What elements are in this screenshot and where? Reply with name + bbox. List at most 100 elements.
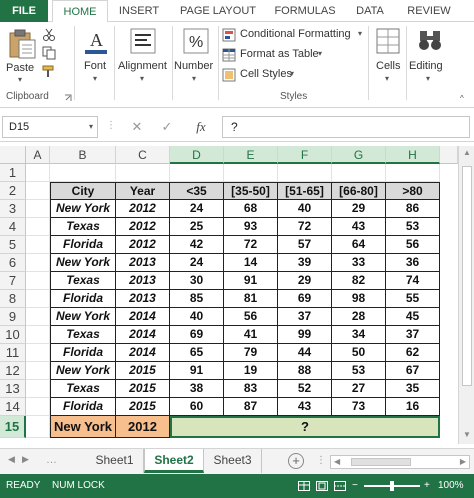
tab-review[interactable]: REVIEW [404,0,454,22]
row-header-2[interactable]: 2 [0,182,26,200]
cancel-button[interactable]: ✕ [126,117,148,137]
table-value-cell[interactable]: 60 [170,398,224,416]
cell-styles-button[interactable]: Cell Styles ▾ [222,66,302,84]
grid-cell[interactable] [26,326,50,344]
tab-page-layout[interactable]: PAGE LAYOUT [176,0,260,22]
table-city-cell[interactable]: Texas [50,272,116,290]
row-header-9[interactable]: 9 [0,308,26,326]
column-header-a[interactable]: A [26,146,50,164]
table-value-cell[interactable]: 81 [224,290,278,308]
conditional-formatting-button[interactable]: Conditional Formatting ▾ [222,26,366,44]
drag-handle-icon[interactable]: ⋮ [106,120,116,131]
table-value-cell[interactable]: 79 [224,344,278,362]
zoom-slider[interactable] [364,481,420,491]
table-value-cell[interactable]: 27 [332,380,386,398]
table-year-cell[interactable]: 2012 [116,236,170,254]
table-value-cell[interactable]: 62 [386,344,440,362]
table-value-cell[interactable]: 73 [332,398,386,416]
table-city-cell[interactable]: Florida [50,236,116,254]
enter-button[interactable]: ✓ [156,117,178,137]
dialog-launcher-icon[interactable] [64,94,72,102]
table-value-cell[interactable]: 42 [170,236,224,254]
grid-cell[interactable] [50,164,116,182]
table-value-cell[interactable]: 56 [386,236,440,254]
tab-file[interactable]: FILE [0,0,48,22]
table-city-cell[interactable]: New York [50,254,116,272]
table-city-cell[interactable]: Texas [50,326,116,344]
table-header-cell[interactable]: [35-50] [224,182,278,200]
grid-cell[interactable] [26,254,50,272]
alignment-button[interactable]: Alignment ▾ [116,26,170,86]
font-button[interactable]: A Font ▾ [80,26,112,86]
table-value-cell[interactable]: 45 [386,308,440,326]
table-value-cell[interactable]: 39 [278,254,332,272]
editing-button[interactable]: Editing ▾ [408,26,452,86]
row-header-14[interactable]: 14 [0,398,26,416]
table-year-cell[interactable]: 2013 [116,290,170,308]
table-value-cell[interactable]: 38 [170,380,224,398]
table-header-cell[interactable]: <35 [170,182,224,200]
grid-cell[interactable] [26,200,50,218]
table-header-cell[interactable]: Year [116,182,170,200]
table-year-cell[interactable]: 2014 [116,308,170,326]
table-value-cell[interactable]: 41 [224,326,278,344]
table-value-cell[interactable]: 69 [170,326,224,344]
grid-cell[interactable] [26,380,50,398]
grid-cell[interactable] [26,362,50,380]
table-value-cell[interactable]: 19 [224,362,278,380]
row-header-4[interactable]: 4 [0,218,26,236]
table-city-cell[interactable]: New York [50,308,116,326]
scroll-up-icon[interactable]: ▲ [463,148,471,157]
select-all-corner[interactable] [0,146,26,164]
table-value-cell[interactable]: 87 [224,398,278,416]
grid-cell[interactable] [332,164,386,182]
table-value-cell[interactable]: 55 [386,290,440,308]
table-city-cell[interactable]: Florida [50,398,116,416]
table-value-cell[interactable]: 91 [224,272,278,290]
page-layout-view-icon[interactable] [316,481,328,491]
table-value-cell[interactable]: 30 [170,272,224,290]
row-header-3[interactable]: 3 [0,200,26,218]
table-city-cell[interactable]: Texas [50,380,116,398]
table-year-cell[interactable]: 2012 [116,200,170,218]
column-header-h[interactable]: H [386,146,440,164]
row-header-6[interactable]: 6 [0,254,26,272]
format-as-table-button[interactable]: Format as Table ▾ [222,46,332,64]
grid-cell[interactable] [26,308,50,326]
table-value-cell[interactable]: 85 [170,290,224,308]
table-value-cell[interactable]: 14 [224,254,278,272]
sheet-tab-sheet2[interactable]: Sheet2 [144,449,204,473]
table-value-cell[interactable]: 16 [386,398,440,416]
number-button[interactable]: % Number ▾ [174,26,218,86]
table-city-cell[interactable]: Florida [50,344,116,362]
tab-insert[interactable]: INSERT [114,0,164,22]
grid-cell[interactable] [26,164,50,182]
formula-input[interactable]: ? [222,116,470,138]
table-city-cell[interactable]: Texas [50,218,116,236]
previous-sheet-icon[interactable]: ◀ [8,454,15,465]
table-value-cell[interactable]: 25 [170,218,224,236]
table-value-cell[interactable]: 83 [224,380,278,398]
table-header-cell[interactable]: >80 [386,182,440,200]
page-break-view-icon[interactable] [334,481,346,491]
paste-button[interactable]: Paste ▾ [4,26,40,86]
row-header-13[interactable]: 13 [0,380,26,398]
grid-cell[interactable] [26,344,50,362]
grid-cell[interactable] [26,272,50,290]
horizontal-scroll-thumb[interactable] [351,458,411,466]
table-value-cell[interactable]: 35 [386,380,440,398]
table-value-cell[interactable]: 69 [278,290,332,308]
grid-cell[interactable] [278,164,332,182]
format-painter-icon[interactable] [42,64,56,78]
scroll-down-icon[interactable]: ▼ [463,430,471,439]
column-header-g[interactable]: G [332,146,386,164]
table-value-cell[interactable]: 56 [224,308,278,326]
column-header-c[interactable]: C [116,146,170,164]
table-value-cell[interactable]: 40 [170,308,224,326]
table-value-cell[interactable]: 37 [386,326,440,344]
normal-view-icon[interactable] [298,481,310,491]
grid-cell[interactable] [170,164,224,182]
scroll-left-icon[interactable]: ◀ [334,457,340,466]
table-value-cell[interactable]: 29 [332,200,386,218]
zoom-slider-thumb[interactable] [390,481,394,491]
